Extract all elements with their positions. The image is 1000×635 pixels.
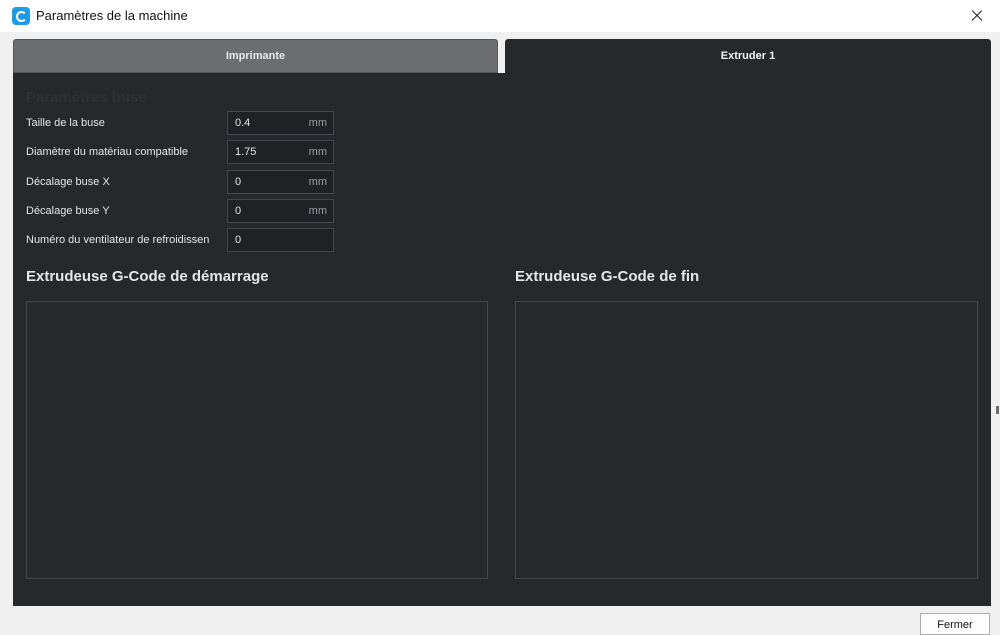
field-unit: mm bbox=[308, 117, 327, 129]
nozzle-offset-y-field[interactable]: 0 mm bbox=[227, 199, 334, 223]
nozzle-offset-x-label: Décalage buse X bbox=[26, 176, 110, 188]
end-gcode-editor[interactable] bbox=[515, 301, 978, 579]
title-bar: Paramètres de la machine bbox=[0, 0, 1000, 32]
tab-label: Extruder 1 bbox=[720, 50, 776, 62]
section-title: Paramètres buse bbox=[26, 89, 147, 106]
close-icon[interactable] bbox=[962, 2, 992, 30]
field-value: 0 bbox=[235, 205, 242, 217]
field-unit: mm bbox=[308, 176, 327, 188]
field-unit: mm bbox=[308, 146, 327, 158]
start-gcode-editor[interactable] bbox=[26, 301, 488, 579]
resize-grip[interactable] bbox=[996, 406, 999, 414]
field-value: 0.4 bbox=[235, 117, 251, 129]
nozzle-offset-x-field[interactable]: 0 mm bbox=[227, 170, 334, 194]
cura-logo-icon bbox=[12, 7, 30, 25]
field-value: 0 bbox=[235, 234, 242, 246]
window-title: Paramètres de la machine bbox=[36, 8, 188, 23]
tab-imprimante[interactable]: Imprimante bbox=[13, 39, 498, 73]
nozzle-size-field[interactable]: 0.4 mm bbox=[227, 111, 334, 135]
material-diameter-label: Diamètre du matériau compatible bbox=[26, 146, 189, 158]
end-gcode-title: Extrudeuse G-Code de fin bbox=[515, 268, 700, 285]
nozzle-offset-y-label: Décalage buse Y bbox=[26, 205, 110, 217]
machine-settings-dialog: Paramètres de la machine Imprimante Extr… bbox=[0, 0, 1000, 635]
field-value: 1.75 bbox=[235, 146, 257, 158]
cooling-fan-number-field[interactable]: 0 bbox=[227, 228, 334, 252]
nozzle-size-label: Taille de la buse bbox=[26, 117, 105, 129]
start-gcode-title: Extrudeuse G-Code de démarrage bbox=[26, 268, 269, 285]
cooling-fan-number-label: Numéro du ventilateur de refroidissen bbox=[26, 234, 210, 246]
tab-extruder-1[interactable]: Extruder 1 bbox=[505, 39, 991, 73]
field-unit: mm bbox=[308, 205, 327, 217]
tab-label: Imprimante bbox=[225, 50, 286, 62]
close-button[interactable]: Fermer bbox=[920, 613, 990, 635]
field-value: 0 bbox=[235, 176, 242, 188]
extruder-settings-panel: Paramètres buse Taille de la buse 0.4 mm… bbox=[13, 73, 991, 606]
material-diameter-field[interactable]: 1.75 mm bbox=[227, 140, 334, 164]
close-button-label: Fermer bbox=[937, 619, 973, 631]
